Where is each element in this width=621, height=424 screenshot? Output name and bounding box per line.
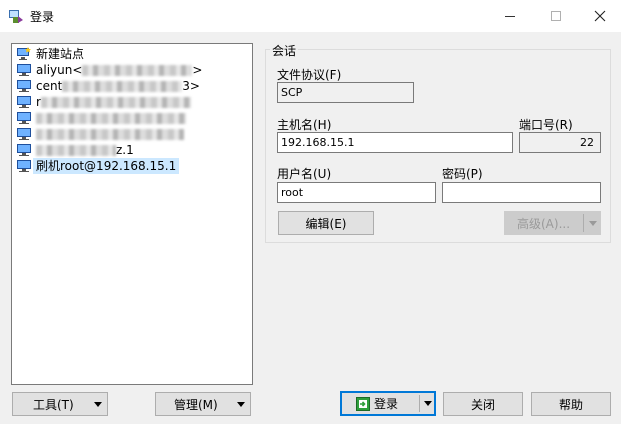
maximize-icon (551, 11, 561, 21)
site-item-new[interactable]: 新建站点 (12, 46, 252, 62)
login-split-divider (419, 395, 420, 412)
tools-button[interactable]: 工具(T) (12, 392, 108, 416)
chevron-down-icon (424, 401, 432, 406)
computer-icon (17, 80, 31, 92)
redacted-text (36, 129, 184, 140)
advanced-button[interactable]: 高级(A)... (504, 211, 601, 235)
window-title: 登录 (30, 10, 55, 24)
host-input[interactable]: 192.168.15.1 (277, 132, 513, 153)
site-tree[interactable]: 新建站点 aliyun< > cent 3> r z.1 刷机root@192.16… (11, 43, 253, 385)
computer-icon (17, 112, 31, 124)
login-button[interactable]: 登录 (340, 391, 436, 416)
minimize-icon (505, 15, 515, 17)
redacted-text (62, 81, 183, 92)
protocol-select[interactable]: SCP (277, 82, 414, 103)
site-item[interactable]: aliyun< > (12, 62, 252, 78)
maximize-button[interactable] (533, 0, 579, 32)
help-button[interactable]: 帮助 (531, 392, 611, 416)
login-icon (356, 397, 370, 411)
session-legend: 会话 (270, 42, 299, 59)
redacted-text (40, 97, 191, 108)
host-label: 主机名(H) (277, 118, 332, 132)
computer-icon (17, 160, 31, 172)
advanced-split-divider (583, 214, 584, 232)
redacted-text (36, 113, 186, 124)
winscp-app-icon (9, 10, 23, 23)
protocol-label: 文件协议(F) (277, 68, 342, 82)
minimize-button[interactable] (487, 0, 533, 32)
site-item[interactable]: z.1 (12, 142, 252, 158)
password-input[interactable] (442, 182, 601, 203)
computer-icon (17, 96, 31, 108)
user-input[interactable]: root (277, 182, 436, 203)
chevron-down-icon (94, 402, 102, 407)
port-input[interactable]: 22 (519, 132, 601, 153)
chevron-down-icon (589, 221, 597, 226)
close-window-button[interactable] (577, 0, 621, 32)
user-label: 用户名(U) (277, 167, 332, 181)
computer-icon (17, 64, 31, 76)
new-site-icon (17, 47, 31, 60)
title-bar: 登录 (0, 0, 621, 32)
site-item-selected[interactable]: 刷机root@192.168.15.1 (12, 158, 252, 174)
close-button[interactable]: 关闭 (443, 392, 523, 416)
computer-icon (17, 128, 31, 140)
port-label: 端口号(R) (519, 118, 573, 132)
manage-button[interactable]: 管理(M) (155, 392, 251, 416)
site-item[interactable] (12, 110, 252, 126)
computer-icon (17, 144, 31, 156)
site-item[interactable] (12, 126, 252, 142)
redacted-text (82, 65, 193, 76)
edit-button[interactable]: 编辑(E) (278, 211, 374, 235)
redacted-text (36, 145, 116, 156)
password-label: 密码(P) (442, 167, 483, 181)
site-item[interactable]: r (12, 94, 252, 110)
close-icon (594, 10, 606, 22)
chevron-down-icon (237, 402, 245, 407)
site-item[interactable]: cent 3> (12, 78, 252, 94)
